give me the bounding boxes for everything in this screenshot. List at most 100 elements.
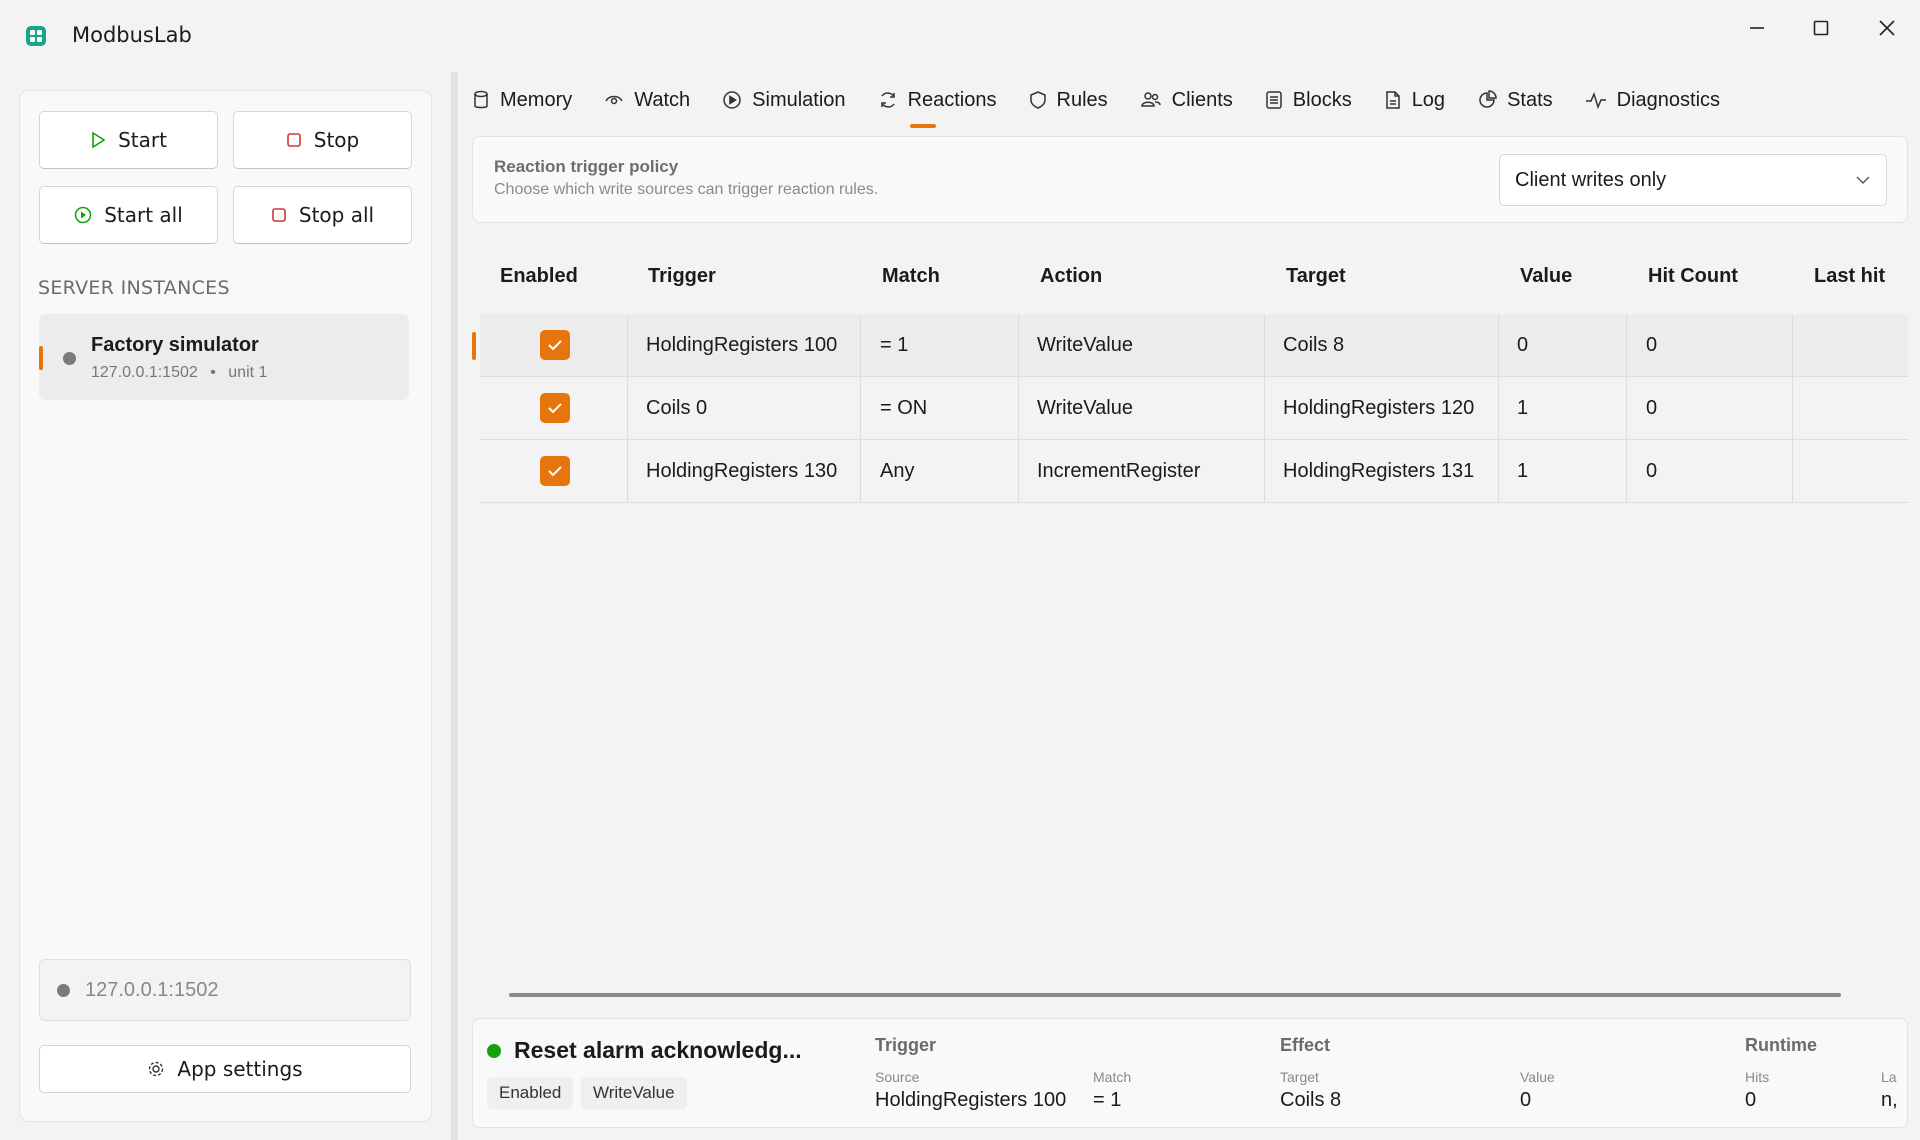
tab-stats[interactable]: Stats: [1477, 80, 1569, 120]
close-button[interactable]: [1859, 8, 1915, 48]
stop-button-label: Stop: [313, 128, 360, 152]
target-label: Target: [1280, 1069, 1319, 1085]
instance-endpoint: 127.0.0.1:1502: [91, 364, 198, 381]
trigger-heading: Trigger: [875, 1035, 937, 1055]
hits-value: 0: [1745, 1089, 1757, 1111]
column-header-action[interactable]: Action: [1040, 248, 1102, 304]
tab-rules[interactable]: Rules: [1029, 80, 1124, 120]
tab-label: Memory: [500, 88, 573, 111]
status-dot: [57, 984, 70, 997]
table-row[interactable]: Coils 0 = ON WriteValue HoldingRegisters…: [480, 377, 1908, 440]
title-bar: ModbusLab: [0, 0, 1920, 72]
stop-button[interactable]: Stop: [233, 111, 412, 169]
enabled-checkbox[interactable]: [540, 456, 570, 486]
start-all-button[interactable]: Start all: [39, 186, 218, 244]
pane-splitter[interactable]: [451, 72, 458, 1140]
maximize-button[interactable]: [1793, 8, 1849, 48]
last-hit-value: n,: [1881, 1089, 1898, 1111]
cell-target: Coils 8: [1283, 333, 1345, 356]
maximize-icon: [1813, 20, 1829, 36]
tab-blocks[interactable]: Blocks: [1265, 80, 1368, 120]
list-box-icon: [1266, 91, 1282, 109]
cell-trigger: HoldingRegisters 100: [646, 333, 838, 356]
stop-all-button-label: Stop all: [298, 203, 375, 227]
server-instances-heading: SERVER INSTANCES: [38, 277, 230, 299]
enabled-checkbox[interactable]: [540, 393, 570, 423]
cell-action: WriteValue: [1037, 396, 1133, 419]
tab-clients[interactable]: Clients: [1140, 80, 1249, 120]
cell-hit-count: 0: [1646, 333, 1658, 356]
column-header-hit-count[interactable]: Hit Count: [1648, 248, 1738, 304]
value-label: Value: [1520, 1069, 1555, 1085]
pulse-icon: [1585, 91, 1606, 110]
tab-memory[interactable]: Memory: [472, 80, 588, 120]
column-header-enabled[interactable]: Enabled: [500, 248, 578, 304]
table-row[interactable]: HoldingRegisters 130 Any IncrementRegist…: [480, 440, 1908, 503]
enabled-chip: Enabled: [487, 1077, 574, 1109]
gear-icon: [149, 1061, 164, 1077]
cell-trigger: HoldingRegisters 130: [646, 459, 838, 482]
reaction-trigger-policy-card: Reaction trigger policy Choose which wri…: [472, 136, 1908, 223]
tab-label: Rules: [1056, 88, 1108, 111]
policy-select-value: Client writes only: [1515, 169, 1667, 191]
policy-select[interactable]: Client writes only: [1499, 154, 1887, 206]
cell-trigger: Coils 0: [646, 396, 708, 419]
cell-match: = ON: [880, 396, 928, 419]
hits-label: Hits: [1745, 1069, 1770, 1085]
tab-reactions[interactable]: Reactions: [878, 80, 1013, 128]
close-icon: [1879, 20, 1895, 36]
tab-label: Reactions: [907, 88, 997, 111]
cell-action: IncrementRegister: [1037, 459, 1201, 482]
policy-subtitle: Choose which write sources can trigger r…: [494, 181, 879, 198]
selection-indicator: [39, 346, 43, 370]
tab-label: Stats: [1507, 88, 1553, 111]
value-value: 0: [1520, 1089, 1532, 1111]
runtime-heading: Runtime: [1745, 1035, 1817, 1055]
cell-action: WriteValue: [1037, 333, 1133, 356]
minimize-button[interactable]: [1729, 8, 1785, 48]
start-button[interactable]: Start: [39, 111, 218, 169]
refresh-icon: [880, 92, 895, 108]
tab-diagnostics[interactable]: Diagnostics: [1585, 80, 1736, 120]
stop-all-button[interactable]: Stop all: [233, 186, 412, 244]
target-value: Coils 8: [1280, 1089, 1342, 1111]
reaction-name: Reset alarm acknowledg...: [514, 1037, 802, 1063]
tab-simulation[interactable]: Simulation: [722, 80, 861, 120]
app-settings-button[interactable]: App settings: [39, 1045, 411, 1093]
tab-label: Log: [1411, 88, 1446, 111]
database-icon: [474, 90, 488, 109]
column-header-value[interactable]: Value: [1520, 248, 1572, 304]
instance-unit: unit 1: [228, 364, 268, 381]
tab-label: Clients: [1171, 88, 1233, 111]
checkmark-icon: [548, 403, 562, 414]
cell-match: Any: [880, 459, 915, 482]
checkmark-icon: [548, 466, 562, 477]
column-header-last-hit[interactable]: Last hit: [1814, 248, 1885, 304]
app-title: ModbusLab: [72, 23, 192, 47]
tab-label: Simulation: [752, 88, 846, 111]
eye-icon: [605, 95, 623, 105]
column-header-target[interactable]: Target: [1286, 248, 1346, 304]
tab-label: Diagnostics: [1616, 88, 1721, 111]
table-row[interactable]: HoldingRegisters 100 = 1 WriteValue Coil…: [472, 314, 1908, 377]
chevron-down-icon: [1856, 176, 1870, 184]
enabled-checkbox[interactable]: [540, 330, 570, 360]
stats-icon: [1479, 90, 1497, 108]
endpoint-status: 127.0.0.1:1502: [39, 959, 411, 1021]
server-instance-item[interactable]: Factory simulator 127.0.0.1:1502 • unit …: [39, 314, 409, 400]
column-header-match[interactable]: Match: [882, 248, 940, 304]
tab-log[interactable]: Log: [1384, 80, 1461, 120]
app-logo-icon: [26, 26, 46, 46]
tab-label: Watch: [634, 88, 691, 111]
column-header-trigger[interactable]: Trigger: [648, 248, 716, 304]
cell-hit-count: 0: [1646, 459, 1658, 482]
shield-icon: [1029, 91, 1046, 109]
tab-label: Blocks: [1292, 88, 1352, 111]
minimize-icon: [1750, 27, 1764, 29]
app-settings-label: App settings: [177, 1057, 303, 1081]
horizontal-scrollbar[interactable]: [509, 993, 1841, 997]
instance-name: Factory simulator: [91, 334, 259, 356]
source-label: Source: [875, 1069, 920, 1085]
cell-match: = 1: [880, 333, 909, 356]
tab-watch[interactable]: Watch: [604, 80, 706, 120]
